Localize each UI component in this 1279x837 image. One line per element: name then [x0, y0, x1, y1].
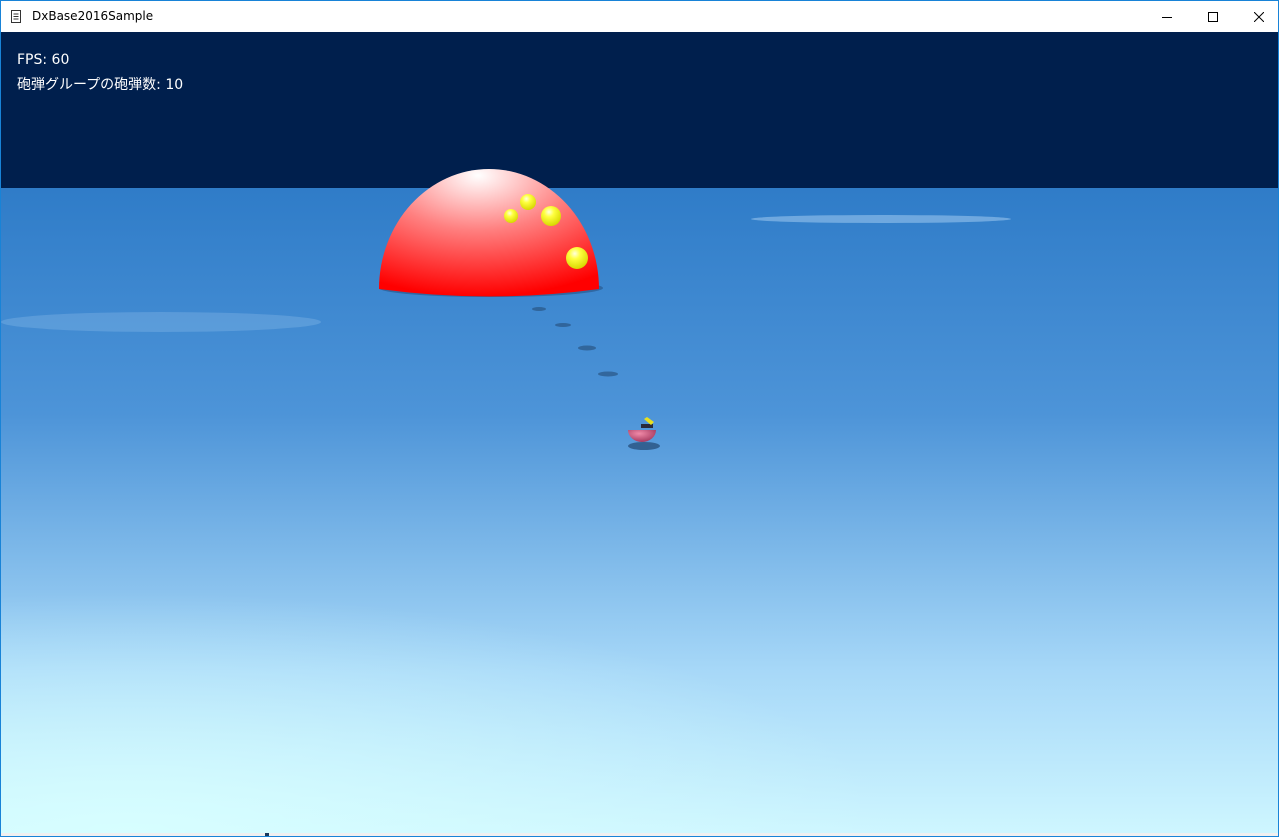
- shell-shadow: [598, 371, 618, 377]
- game-scene: [1, 32, 1278, 833]
- window-title: DxBase2016Sample: [32, 9, 154, 23]
- shell: [566, 247, 588, 269]
- minimize-button[interactable]: [1144, 1, 1190, 32]
- game-viewport[interactable]: FPS: 60 砲弾グループの砲弾数: 10: [1, 32, 1278, 833]
- ground-glow: [1, 432, 1278, 833]
- shell-shadow: [578, 345, 596, 351]
- shell: [520, 194, 536, 210]
- bottom-marker: [265, 833, 269, 836]
- cannon-shadow: [628, 442, 660, 450]
- sky: [1, 32, 1278, 190]
- close-button[interactable]: [1236, 1, 1278, 32]
- shell-shadow: [555, 323, 571, 327]
- maximize-button[interactable]: [1190, 1, 1236, 32]
- shell-count-label: 砲弾グループの砲弾数: 10: [17, 77, 184, 93]
- shell-shadow: [532, 307, 546, 311]
- ground-highlight: [751, 215, 1011, 223]
- close-icon: [1254, 11, 1264, 22]
- title-bar[interactable]: DxBase2016Sample: [1, 1, 1278, 32]
- app-window: DxBase2016Sample FPS: 60 砲弾グループの砲弾数: 10: [0, 0, 1279, 837]
- document-icon: [11, 10, 21, 23]
- shell: [541, 206, 561, 226]
- minimize-icon: [1162, 16, 1172, 18]
- bottom-edge: [1, 833, 1278, 836]
- fps-label: FPS: 60: [17, 52, 70, 68]
- ground-highlight: [1, 312, 321, 332]
- maximize-icon: [1208, 11, 1218, 22]
- shell: [504, 209, 518, 223]
